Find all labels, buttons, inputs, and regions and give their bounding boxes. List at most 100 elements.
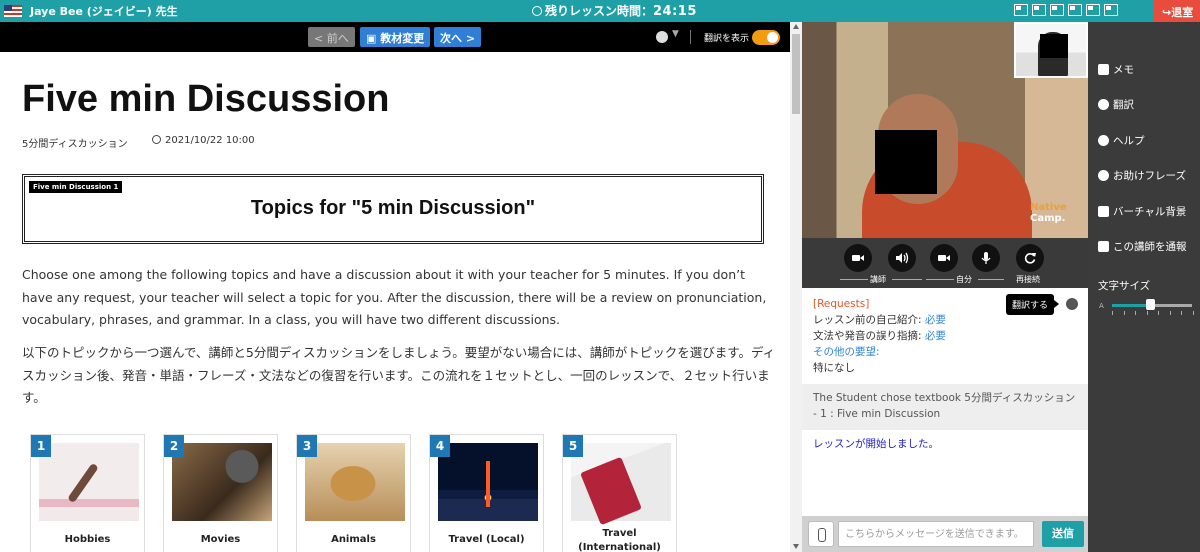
request-correction-value: 必要 <box>924 330 946 342</box>
menu-label: 翻訳 <box>1113 99 1134 111</box>
card-number: 5 <box>563 435 583 457</box>
scroll-up-arrow-icon[interactable] <box>793 24 799 29</box>
layout-3-icon[interactable] <box>1050 4 1064 16</box>
timer-label: 残りレッスン時間： <box>545 4 654 18</box>
request-correction: 文法や発音の誤り指摘: 必要 <box>813 328 1013 344</box>
next-button[interactable]: 次へ > <box>434 27 482 47</box>
self-video-thumbnail[interactable] <box>1014 22 1088 78</box>
request-intro-label: レッスン前の自己紹介: <box>813 314 925 326</box>
language-globe-icon[interactable] <box>656 31 668 43</box>
requests-header: [Requests] <box>813 298 870 310</box>
instructions-japanese: 以下のトピックから一つ選んで、講師と5分間ディスカッションをしましょう。要望がな… <box>22 345 776 405</box>
material-date: 2021/10/22 10:00 <box>152 135 255 146</box>
camera-icon <box>938 255 950 261</box>
material-scrollbar[interactable] <box>790 22 802 552</box>
chevron-down-icon[interactable]: ▼ <box>672 29 679 39</box>
menu-item-phrases[interactable]: お助けフレーズ <box>1098 168 1186 183</box>
us-flag-icon <box>4 5 22 17</box>
card-label: Travel (International) <box>578 528 661 552</box>
card-number: 3 <box>297 435 317 457</box>
teacher-controls-label: 講師 <box>870 275 886 284</box>
layout-5-icon[interactable] <box>1086 4 1100 16</box>
prev-button[interactable]: < 前へ <box>308 27 355 47</box>
self-controls-label: 自分 <box>956 275 972 284</box>
request-intro-value: 必要 <box>924 314 946 326</box>
speech-bubble-icon <box>1098 170 1109 181</box>
menu-item-background[interactable]: バーチャル背景 <box>1098 204 1186 219</box>
layout-4-icon[interactable] <box>1068 4 1082 16</box>
scroll-down-arrow-icon[interactable] <box>793 544 799 549</box>
travel-local-image <box>438 443 538 521</box>
self-group-line <box>926 279 954 280</box>
teacher-camera-button[interactable] <box>844 244 872 272</box>
menu-label: お助けフレーズ <box>1113 170 1186 182</box>
clock-icon <box>152 135 161 144</box>
menu-item-translate[interactable]: 翻訳 <box>1098 97 1134 112</box>
topic-card-travel-international[interactable]: 5 Travel (International) <box>562 434 677 552</box>
picture-icon <box>1098 206 1109 217</box>
translate-toggle-label: 翻訳を表示 <box>704 34 750 44</box>
send-button[interactable]: 送信 <box>1042 521 1084 547</box>
menu-label: メモ <box>1113 64 1134 76</box>
layout-2-icon[interactable] <box>1032 4 1046 16</box>
font-size-label: 文字サイズ <box>1098 280 1151 292</box>
timer-value: 24:15 <box>653 4 697 19</box>
teacher-name: Jaye Bee (ジェイビー) 先生 <box>30 5 178 18</box>
card-number: 2 <box>164 435 184 457</box>
message-input[interactable] <box>838 521 1034 547</box>
material-content: Five min Discussion 5分間ディスカッション 2021/10/… <box>0 52 790 552</box>
date-value: 2021/10/22 10:00 <box>165 135 255 146</box>
speaker-icon <box>896 252 909 264</box>
menu-label: バーチャル背景 <box>1113 206 1187 218</box>
change-material-label: 教材変更 <box>380 32 425 45</box>
material-toolbar: < 前へ ▣ 教材変更 次へ > ▼ 翻訳を表示 <box>0 22 790 52</box>
scroll-thumb[interactable] <box>792 34 800 114</box>
attach-file-button[interactable] <box>808 521 834 547</box>
globe-icon <box>1098 99 1109 110</box>
teacher-volume-button[interactable] <box>888 244 916 272</box>
translate-globe-icon[interactable] <box>1066 298 1078 310</box>
exit-button[interactable]: ↪退室 <box>1154 0 1200 22</box>
change-material-button[interactable]: ▣ 教材変更 <box>360 27 431 47</box>
topic-card-hobbies[interactable]: 1 Hobbies <box>30 434 145 552</box>
menu-item-report[interactable]: この講師を通報 <box>1098 239 1187 254</box>
hobbies-image <box>39 443 139 521</box>
video-controls: 講師 自分 再接続 <box>802 238 1088 288</box>
brand-watermark: Native Camp. <box>1030 202 1067 224</box>
menu-item-help[interactable]: ヘルプ <box>1098 133 1145 148</box>
topic-heading: Topics for "5 min Discussion" <box>250 197 536 219</box>
self-camera-button[interactable] <box>930 244 958 272</box>
top-bar: Jaye Bee (ジェイビー) 先生 残りレッスン時間：24:15 ↪退室 <box>0 0 1200 22</box>
face-redaction <box>875 130 937 194</box>
translate-toggle[interactable] <box>752 30 780 45</box>
menu-item-memo[interactable]: メモ <box>1098 62 1134 77</box>
card-label: Animals <box>331 534 376 545</box>
layout-switcher <box>1014 4 1118 16</box>
topic-tag: Five min Discussion 1 <box>29 181 123 193</box>
refresh-icon <box>1024 253 1036 264</box>
microphone-icon <box>981 252 991 264</box>
material-subtitle: 5分間ディスカッション <box>22 139 128 150</box>
reconnect-label: 再接続 <box>1016 275 1040 284</box>
topic-card-animals[interactable]: 3 Animals <box>296 434 411 552</box>
travel-international-image <box>571 443 671 521</box>
teacher-group-line <box>840 279 868 280</box>
topic-card-movies[interactable]: 2 Movies <box>163 434 278 552</box>
menu-label: ヘルプ <box>1113 135 1145 147</box>
font-size-slider-handle[interactable] <box>1146 299 1155 310</box>
layout-1-icon[interactable] <box>1014 4 1028 16</box>
exit-label: 退室 <box>1171 6 1194 19</box>
translate-tooltip: 翻訳する <box>1006 294 1060 315</box>
topic-box: Five min Discussion 1 Topics for "5 min … <box>22 174 764 244</box>
chat-input-bar: 送信 <box>802 516 1088 552</box>
reconnect-button[interactable] <box>1016 244 1044 272</box>
self-microphone-button[interactable] <box>972 244 1000 272</box>
card-number: 1 <box>31 435 51 457</box>
question-icon <box>1098 135 1109 146</box>
font-size-ticks <box>1112 311 1194 315</box>
video-panel: Native Camp. 講師 自分 再接続 <box>802 22 1088 288</box>
movies-image <box>172 443 272 521</box>
topic-card-travel-local[interactable]: 4 Travel (Local) <box>429 434 544 552</box>
layout-6-icon[interactable] <box>1104 4 1118 16</box>
menu-label: この講師を通報 <box>1113 241 1187 253</box>
